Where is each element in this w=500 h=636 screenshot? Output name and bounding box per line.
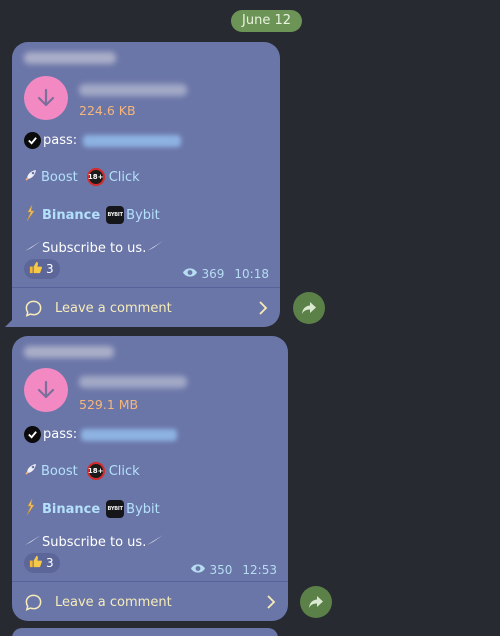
pass-row: pass:	[24, 132, 182, 149]
click-link[interactable]: Click	[109, 464, 140, 479]
bybit-icon: BYBIT	[106, 206, 125, 224]
sender-name-redacted	[24, 52, 116, 64]
bybit-icon: BYBIT	[106, 500, 125, 518]
binance-icon	[24, 204, 36, 226]
view-count: 369	[201, 267, 225, 281]
exchange-row: Binance BYBIT Bybit	[24, 204, 160, 226]
leave-comment-label: Leave a comment	[55, 594, 172, 610]
rocket-icon	[24, 462, 38, 480]
pass-label: pass:	[43, 427, 78, 442]
download-icon	[37, 380, 55, 399]
boost-link[interactable]: Boost	[41, 170, 78, 185]
comment-icon	[24, 299, 43, 318]
thumbs-up-icon	[28, 554, 43, 572]
paper-plane-icon	[24, 240, 42, 256]
paper-plane-icon	[146, 534, 164, 550]
boost-click-row: Boost 18+ Click	[24, 168, 140, 186]
check-icon	[24, 132, 41, 149]
sender-name-redacted	[24, 346, 114, 358]
comment-divider	[12, 287, 280, 288]
message-meta: 350 12:53	[190, 563, 277, 577]
eye-icon	[182, 267, 198, 281]
download-button[interactable]	[24, 76, 68, 120]
adult-badge-icon: 18+	[86, 168, 105, 186]
bybit-link[interactable]: Bybit	[126, 208, 160, 223]
download-button[interactable]	[24, 368, 68, 412]
message-meta: 369 10:18	[182, 267, 269, 281]
channel-post[interactable]: 529.1 MB pass: Boost 18+ Click Binance B…	[12, 336, 288, 621]
reaction-chip[interactable]: 3	[24, 553, 60, 573]
check-icon	[24, 426, 41, 443]
click-link[interactable]: Click	[109, 170, 140, 185]
subscribe-row: Subscribe to us.	[24, 240, 164, 256]
channel-post[interactable]: 224.6 KB pass: Boost 18+ Click Binance B…	[5, 42, 280, 327]
password-redacted	[83, 134, 182, 147]
share-button[interactable]	[300, 586, 332, 618]
file-name-redacted	[79, 376, 187, 388]
binance-link[interactable]: Binance	[42, 502, 100, 517]
share-button[interactable]	[293, 292, 325, 324]
reaction-count: 3	[46, 556, 54, 570]
comment-icon	[24, 593, 43, 612]
reaction-chip[interactable]: 3	[24, 259, 60, 279]
boost-link[interactable]: Boost	[41, 464, 78, 479]
leave-comment-button[interactable]: Leave a comment	[24, 592, 276, 612]
thumbs-up-icon	[28, 260, 43, 278]
boost-click-row: Boost 18+ Click	[24, 462, 140, 480]
share-icon	[302, 302, 316, 314]
message-time: 10:18	[234, 267, 269, 281]
download-icon	[37, 88, 55, 107]
pass-label: pass:	[43, 133, 78, 148]
adult-badge-icon: 18+	[86, 462, 105, 480]
leave-comment-button[interactable]: Leave a comment	[24, 298, 268, 318]
eye-icon	[190, 563, 206, 577]
rocket-icon	[24, 168, 38, 186]
subscribe-text: Subscribe to us.	[42, 240, 147, 256]
paper-plane-icon	[24, 534, 42, 550]
message-time: 12:53	[242, 563, 277, 577]
date-separator: June 12	[231, 10, 302, 32]
binance-link[interactable]: Binance	[42, 208, 100, 223]
pass-row: pass:	[24, 426, 178, 443]
file-size: 529.1 MB	[79, 397, 139, 412]
share-icon	[309, 596, 323, 608]
reaction-count: 3	[46, 262, 54, 276]
bybit-link[interactable]: Bybit	[126, 502, 160, 517]
subscribe-text: Subscribe to us.	[42, 534, 147, 550]
chevron-right-icon	[266, 595, 276, 609]
channel-post-partial[interactable]	[12, 628, 278, 636]
file-name-redacted	[79, 84, 187, 96]
exchange-row: Binance BYBIT Bybit	[24, 498, 160, 520]
binance-icon	[24, 498, 36, 520]
file-size: 224.6 KB	[79, 103, 136, 118]
paper-plane-icon	[146, 240, 164, 256]
subscribe-row: Subscribe to us.	[24, 534, 164, 550]
chevron-right-icon	[258, 301, 268, 315]
bubble-tail	[5, 315, 17, 327]
leave-comment-label: Leave a comment	[55, 300, 172, 316]
password-redacted	[81, 428, 178, 441]
comment-divider	[12, 581, 288, 582]
view-count: 350	[209, 563, 233, 577]
